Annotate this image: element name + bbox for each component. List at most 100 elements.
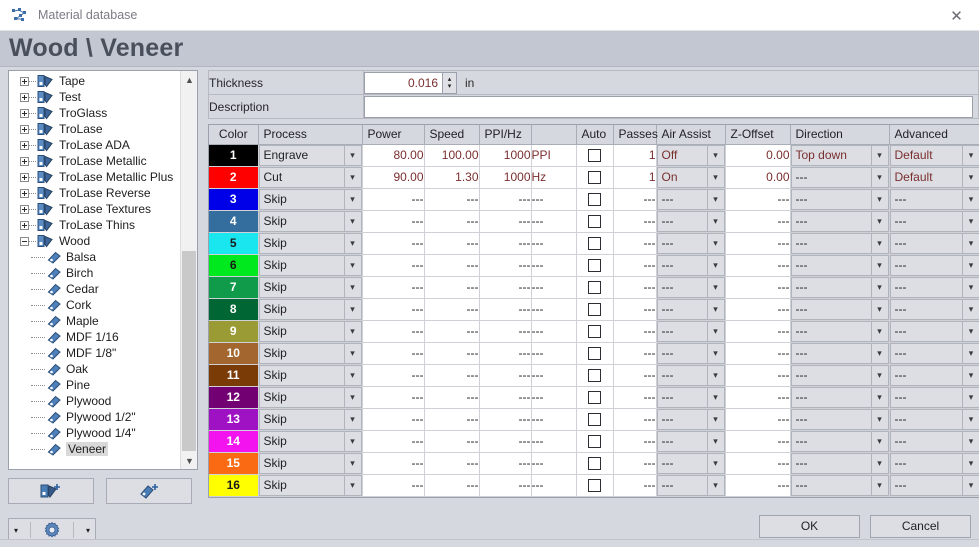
- grid-col-direction[interactable]: Direction: [790, 125, 890, 145]
- chevron-down-icon[interactable]: ▾: [962, 233, 979, 253]
- advanced-dropdown[interactable]: --- ▾: [889, 408, 979, 430]
- direction-dropdown[interactable]: --- ▾: [790, 210, 889, 232]
- power-cell[interactable]: 90.00: [362, 166, 425, 189]
- chevron-down-icon[interactable]: ▾: [870, 189, 888, 209]
- speed-cell[interactable]: 100.00: [424, 144, 480, 167]
- tree-item-trolase-textures[interactable]: TroLase Textures: [9, 201, 180, 217]
- process-cell[interactable]: Skip ▾: [258, 408, 363, 431]
- auto-checkbox[interactable]: [588, 259, 601, 273]
- z-offset-cell[interactable]: ---: [725, 298, 791, 321]
- grid-col-color[interactable]: Color: [209, 125, 259, 145]
- ppi-hz-cell[interactable]: ---: [479, 188, 532, 211]
- chevron-down-icon[interactable]: ▾: [343, 233, 361, 253]
- z-offset-cell[interactable]: ---: [725, 254, 791, 277]
- speed-cell[interactable]: ---: [424, 342, 480, 365]
- color-swatch[interactable]: 15: [209, 452, 259, 475]
- ppi-hz-cell[interactable]: ---: [479, 386, 532, 409]
- air-assist-dropdown[interactable]: --- ▾: [656, 298, 725, 320]
- passes-cell[interactable]: ---: [613, 408, 657, 431]
- passes-cell[interactable]: ---: [613, 232, 657, 255]
- speed-cell[interactable]: ---: [424, 232, 480, 255]
- direction-dropdown[interactable]: --- ▾: [790, 320, 889, 342]
- speed-cell[interactable]: ---: [424, 210, 480, 233]
- z-offset-cell[interactable]: ---: [725, 210, 791, 233]
- air-assist-cell[interactable]: --- ▾: [656, 408, 726, 431]
- direction-cell[interactable]: --- ▾: [790, 474, 890, 497]
- air-assist-dropdown[interactable]: --- ▾: [656, 452, 725, 474]
- ppi-hz-cell[interactable]: ---: [479, 320, 532, 343]
- chevron-down-icon[interactable]: ▾: [870, 365, 888, 385]
- chevron-down-icon[interactable]: ▾: [962, 189, 979, 209]
- passes-cell[interactable]: ---: [613, 474, 657, 497]
- direction-dropdown[interactable]: --- ▾: [790, 364, 889, 386]
- direction-cell[interactable]: --- ▾: [790, 166, 890, 189]
- advanced-dropdown[interactable]: Default ▾: [889, 166, 979, 188]
- advanced-cell[interactable]: --- ▾: [889, 320, 979, 343]
- air-assist-dropdown[interactable]: --- ▾: [656, 408, 725, 430]
- direction-dropdown[interactable]: --- ▾: [790, 408, 889, 430]
- auto-checkbox[interactable]: [588, 479, 601, 493]
- direction-dropdown[interactable]: Top down ▾: [790, 144, 889, 166]
- process-cell[interactable]: Skip ▾: [258, 474, 363, 497]
- process-cell[interactable]: Skip ▾: [258, 210, 363, 233]
- advanced-cell[interactable]: --- ▾: [889, 188, 979, 211]
- color-swatch[interactable]: 2: [209, 166, 259, 189]
- passes-cell[interactable]: ---: [613, 342, 657, 365]
- power-cell[interactable]: ---: [362, 276, 425, 299]
- grid-col-air-assist[interactable]: Air Assist: [656, 125, 726, 145]
- chevron-down-icon[interactable]: ▾: [706, 233, 724, 253]
- tree-item-trolase[interactable]: TroLase: [9, 121, 180, 137]
- air-assist-cell[interactable]: --- ▾: [656, 232, 726, 255]
- chevron-down-icon[interactable]: ▾: [343, 431, 361, 451]
- process-cell[interactable]: Skip ▾: [258, 452, 363, 475]
- z-offset-cell[interactable]: ---: [725, 232, 791, 255]
- process-cell[interactable]: Skip ▾: [258, 188, 363, 211]
- tree-item-veneer[interactable]: Veneer: [9, 441, 180, 457]
- direction-dropdown[interactable]: --- ▾: [790, 276, 889, 298]
- advanced-dropdown[interactable]: --- ▾: [889, 276, 979, 298]
- scrollbar-thumb[interactable]: [182, 251, 196, 451]
- grid-col-advanced[interactable]: Advanced: [889, 125, 979, 145]
- air-assist-dropdown[interactable]: --- ▾: [656, 320, 725, 342]
- chevron-down-icon[interactable]: ▾: [343, 453, 361, 473]
- z-offset-cell[interactable]: 0.00: [725, 144, 791, 167]
- auto-checkbox[interactable]: [588, 149, 601, 163]
- power-cell[interactable]: 80.00: [362, 144, 425, 167]
- ppi-hz-cell[interactable]: ---: [479, 298, 532, 321]
- table-row[interactable]: 10 Skip ▾ --- --- --- --- --- --- ▾ --- --- ▾ --- ▾: [209, 342, 979, 365]
- advanced-cell[interactable]: --- ▾: [889, 254, 979, 277]
- chevron-down-icon[interactable]: ▾: [343, 365, 361, 385]
- air-assist-dropdown[interactable]: Off ▾: [656, 144, 725, 166]
- passes-cell[interactable]: ---: [613, 210, 657, 233]
- new-material-button[interactable]: [106, 478, 192, 504]
- chevron-down-icon[interactable]: ▾: [870, 145, 888, 165]
- table-row[interactable]: 8 Skip ▾ --- --- --- --- --- --- ▾ --- --- ▾ --- ▾: [209, 298, 979, 321]
- power-cell[interactable]: ---: [362, 474, 425, 497]
- tree-item-plywood-1-2[interactable]: Plywood 1/2": [9, 409, 180, 425]
- chevron-down-icon[interactable]: ▾: [343, 475, 361, 495]
- chevron-down-icon[interactable]: ▾: [706, 299, 724, 319]
- process-dropdown[interactable]: Cut ▾: [258, 166, 362, 188]
- chevron-down-icon[interactable]: ▾: [870, 475, 888, 495]
- auto-checkbox[interactable]: [588, 215, 601, 229]
- passes-cell[interactable]: 1: [613, 166, 657, 189]
- power-cell[interactable]: ---: [362, 254, 425, 277]
- air-assist-dropdown[interactable]: On ▾: [656, 166, 725, 188]
- z-offset-cell[interactable]: ---: [725, 386, 791, 409]
- direction-dropdown[interactable]: --- ▾: [790, 254, 889, 276]
- color-swatch[interactable]: 12: [209, 386, 259, 409]
- chevron-down-icon[interactable]: ▾: [343, 343, 361, 363]
- chevron-down-icon[interactable]: ▾: [962, 453, 979, 473]
- advanced-dropdown[interactable]: --- ▾: [889, 364, 979, 386]
- air-assist-cell[interactable]: --- ▾: [656, 364, 726, 387]
- chevron-down-icon[interactable]: ▾: [343, 211, 361, 231]
- air-assist-cell[interactable]: --- ▾: [656, 320, 726, 343]
- description-input[interactable]: [364, 95, 973, 118]
- air-assist-cell[interactable]: --- ▾: [656, 430, 726, 453]
- advanced-cell[interactable]: --- ▾: [889, 342, 979, 365]
- auto-checkbox[interactable]: [588, 193, 601, 207]
- process-cell[interactable]: Engrave ▾: [258, 144, 363, 167]
- tree-item-plywood-1-4[interactable]: Plywood 1/4": [9, 425, 180, 441]
- color-swatch[interactable]: 7: [209, 276, 259, 299]
- auto-checkbox[interactable]: [588, 303, 601, 317]
